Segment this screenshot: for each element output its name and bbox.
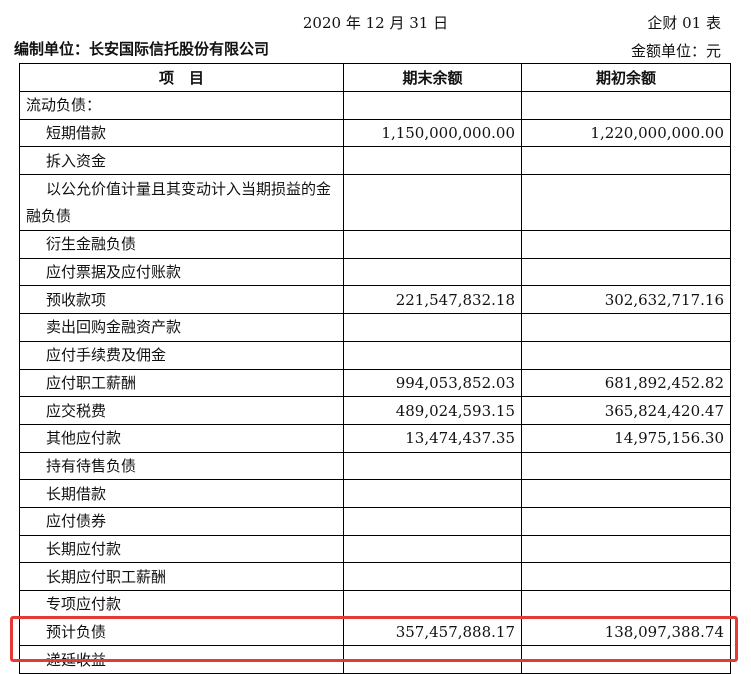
row-begin-balance: 365,824,420.47 bbox=[521, 396, 731, 425]
row-end-balance: 489,024,593.15 bbox=[343, 396, 522, 425]
row-begin-balance: 681,892,452.82 bbox=[521, 368, 731, 398]
row-end-balance bbox=[343, 340, 522, 370]
row-begin-balance: 14,975,156.30 bbox=[521, 423, 731, 453]
row-item: 持有待售负债 bbox=[19, 451, 344, 481]
row-end-balance bbox=[343, 451, 522, 481]
table-row: 递延收益 bbox=[19, 645, 731, 674]
row-end-balance bbox=[343, 562, 522, 591]
table-row: 以公允价值计量且其变动计入当期损益的金融负债 bbox=[19, 174, 731, 232]
row-item: 短期借款 bbox=[19, 118, 344, 148]
row-begin-balance bbox=[521, 451, 731, 481]
table-row: 长期借款 bbox=[19, 479, 731, 508]
row-item: 长期应付职工薪酬 bbox=[19, 562, 344, 591]
table-row-highlighted: 预计负债 357,457,888.17 138,097,388.74 bbox=[19, 617, 731, 647]
row-end-balance bbox=[343, 506, 522, 536]
row-end-balance bbox=[343, 645, 522, 674]
form-number: 企财 01 表 bbox=[647, 14, 721, 32]
row-end-balance: 13,474,437.35 bbox=[343, 423, 522, 453]
row-begin-balance bbox=[521, 479, 731, 508]
currency-unit: 金额单位：元 bbox=[630, 42, 721, 60]
row-item: 卖出回购金融资产款 bbox=[19, 313, 344, 342]
row-item: 应付票据及应付账款 bbox=[19, 257, 344, 287]
row-item: 递延收益 bbox=[19, 645, 344, 674]
row-begin-balance: 138,097,388.74 bbox=[521, 617, 731, 647]
table-row: 持有待售负债 bbox=[19, 451, 731, 481]
row-end-balance: 221,547,832.18 bbox=[343, 285, 522, 315]
report-date: 2020 年 12 月 31 日 bbox=[302, 14, 449, 32]
row-item: 预计负债 bbox=[19, 617, 344, 647]
row-end-balance bbox=[343, 479, 522, 508]
row-item: 长期应付款 bbox=[19, 534, 344, 564]
row-begin-balance bbox=[521, 313, 731, 342]
row-item: 应交税费 bbox=[19, 396, 344, 425]
table-row: 应付债券 bbox=[19, 506, 731, 536]
row-begin-balance bbox=[521, 562, 731, 591]
row-begin-balance bbox=[521, 590, 731, 619]
table-row: 流动负债： bbox=[19, 91, 731, 120]
company-name: 编制单位：长安国际信托股份有限公司 bbox=[14, 40, 270, 58]
row-item: 以公允价值计量且其变动计入当期损益的金融负债 bbox=[19, 174, 344, 232]
row-item: 应付职工薪酬 bbox=[19, 368, 344, 398]
row-begin-balance bbox=[521, 174, 731, 232]
row-begin-balance bbox=[521, 91, 731, 120]
table-row: 预收款项 221,547,832.18 302,632,717.16 bbox=[19, 285, 731, 315]
table-row: 拆入资金 bbox=[19, 146, 731, 176]
row-item: 专项应付款 bbox=[19, 590, 344, 619]
row-begin-balance bbox=[521, 534, 731, 564]
row-end-balance bbox=[343, 230, 522, 259]
row-end-balance bbox=[343, 146, 522, 176]
row-end-balance bbox=[343, 313, 522, 342]
table-row: 应付票据及应付账款 bbox=[19, 257, 731, 287]
row-end-balance bbox=[343, 174, 522, 232]
row-begin-balance bbox=[521, 506, 731, 536]
row-item: 长期借款 bbox=[19, 479, 344, 508]
row-begin-balance: 1,220,000,000.00 bbox=[521, 118, 731, 148]
row-item: 拆入资金 bbox=[19, 146, 344, 176]
table-row: 应交税费 489,024,593.15 365,824,420.47 bbox=[19, 396, 731, 425]
table-row: 应付手续费及佣金 bbox=[19, 340, 731, 370]
row-begin-balance bbox=[521, 146, 731, 176]
row-item: 应付债券 bbox=[19, 506, 344, 536]
column-header-begin-balance: 期初余额 bbox=[521, 63, 731, 92]
row-end-balance: 994,053,852.03 bbox=[343, 368, 522, 398]
table-row: 应付职工薪酬 994,053,852.03 681,892,452.82 bbox=[19, 368, 731, 398]
row-end-balance bbox=[343, 91, 522, 120]
column-header-item: 项 目 bbox=[19, 63, 344, 92]
row-begin-balance bbox=[521, 257, 731, 287]
row-begin-balance bbox=[521, 645, 731, 674]
row-end-balance bbox=[343, 534, 522, 564]
table-row: 卖出回购金融资产款 bbox=[19, 313, 731, 342]
row-end-balance: 357,457,888.17 bbox=[343, 617, 522, 647]
row-end-balance bbox=[343, 257, 522, 287]
header-row: 项 目 期末余额 期初余额 bbox=[19, 63, 731, 92]
row-item: 衍生金融负债 bbox=[19, 230, 344, 259]
row-begin-balance bbox=[521, 230, 731, 259]
balance-sheet-table: 项 目 期末余额 期初余额 流动负债： 短期借款 1,150,000,000.0… bbox=[19, 63, 731, 674]
row-begin-balance: 302,632,717.16 bbox=[521, 285, 731, 315]
table-row: 衍生金融负债 bbox=[19, 230, 731, 259]
table-row: 其他应付款 13,474,437.35 14,975,156.30 bbox=[19, 423, 731, 453]
row-end-balance bbox=[343, 590, 522, 619]
row-item: 应付手续费及佣金 bbox=[19, 340, 344, 370]
table-row: 短期借款 1,150,000,000.00 1,220,000,000.00 bbox=[19, 118, 731, 148]
table-row: 长期应付款 bbox=[19, 534, 731, 564]
row-item: 预收款项 bbox=[19, 285, 344, 315]
row-end-balance: 1,150,000,000.00 bbox=[343, 118, 522, 148]
row-begin-balance bbox=[521, 340, 731, 370]
table-row: 长期应付职工薪酬 bbox=[19, 562, 731, 591]
column-header-end-balance: 期末余额 bbox=[343, 63, 522, 92]
row-item: 流动负债： bbox=[19, 91, 344, 120]
row-item: 其他应付款 bbox=[19, 423, 344, 453]
table-row: 专项应付款 bbox=[19, 590, 731, 619]
